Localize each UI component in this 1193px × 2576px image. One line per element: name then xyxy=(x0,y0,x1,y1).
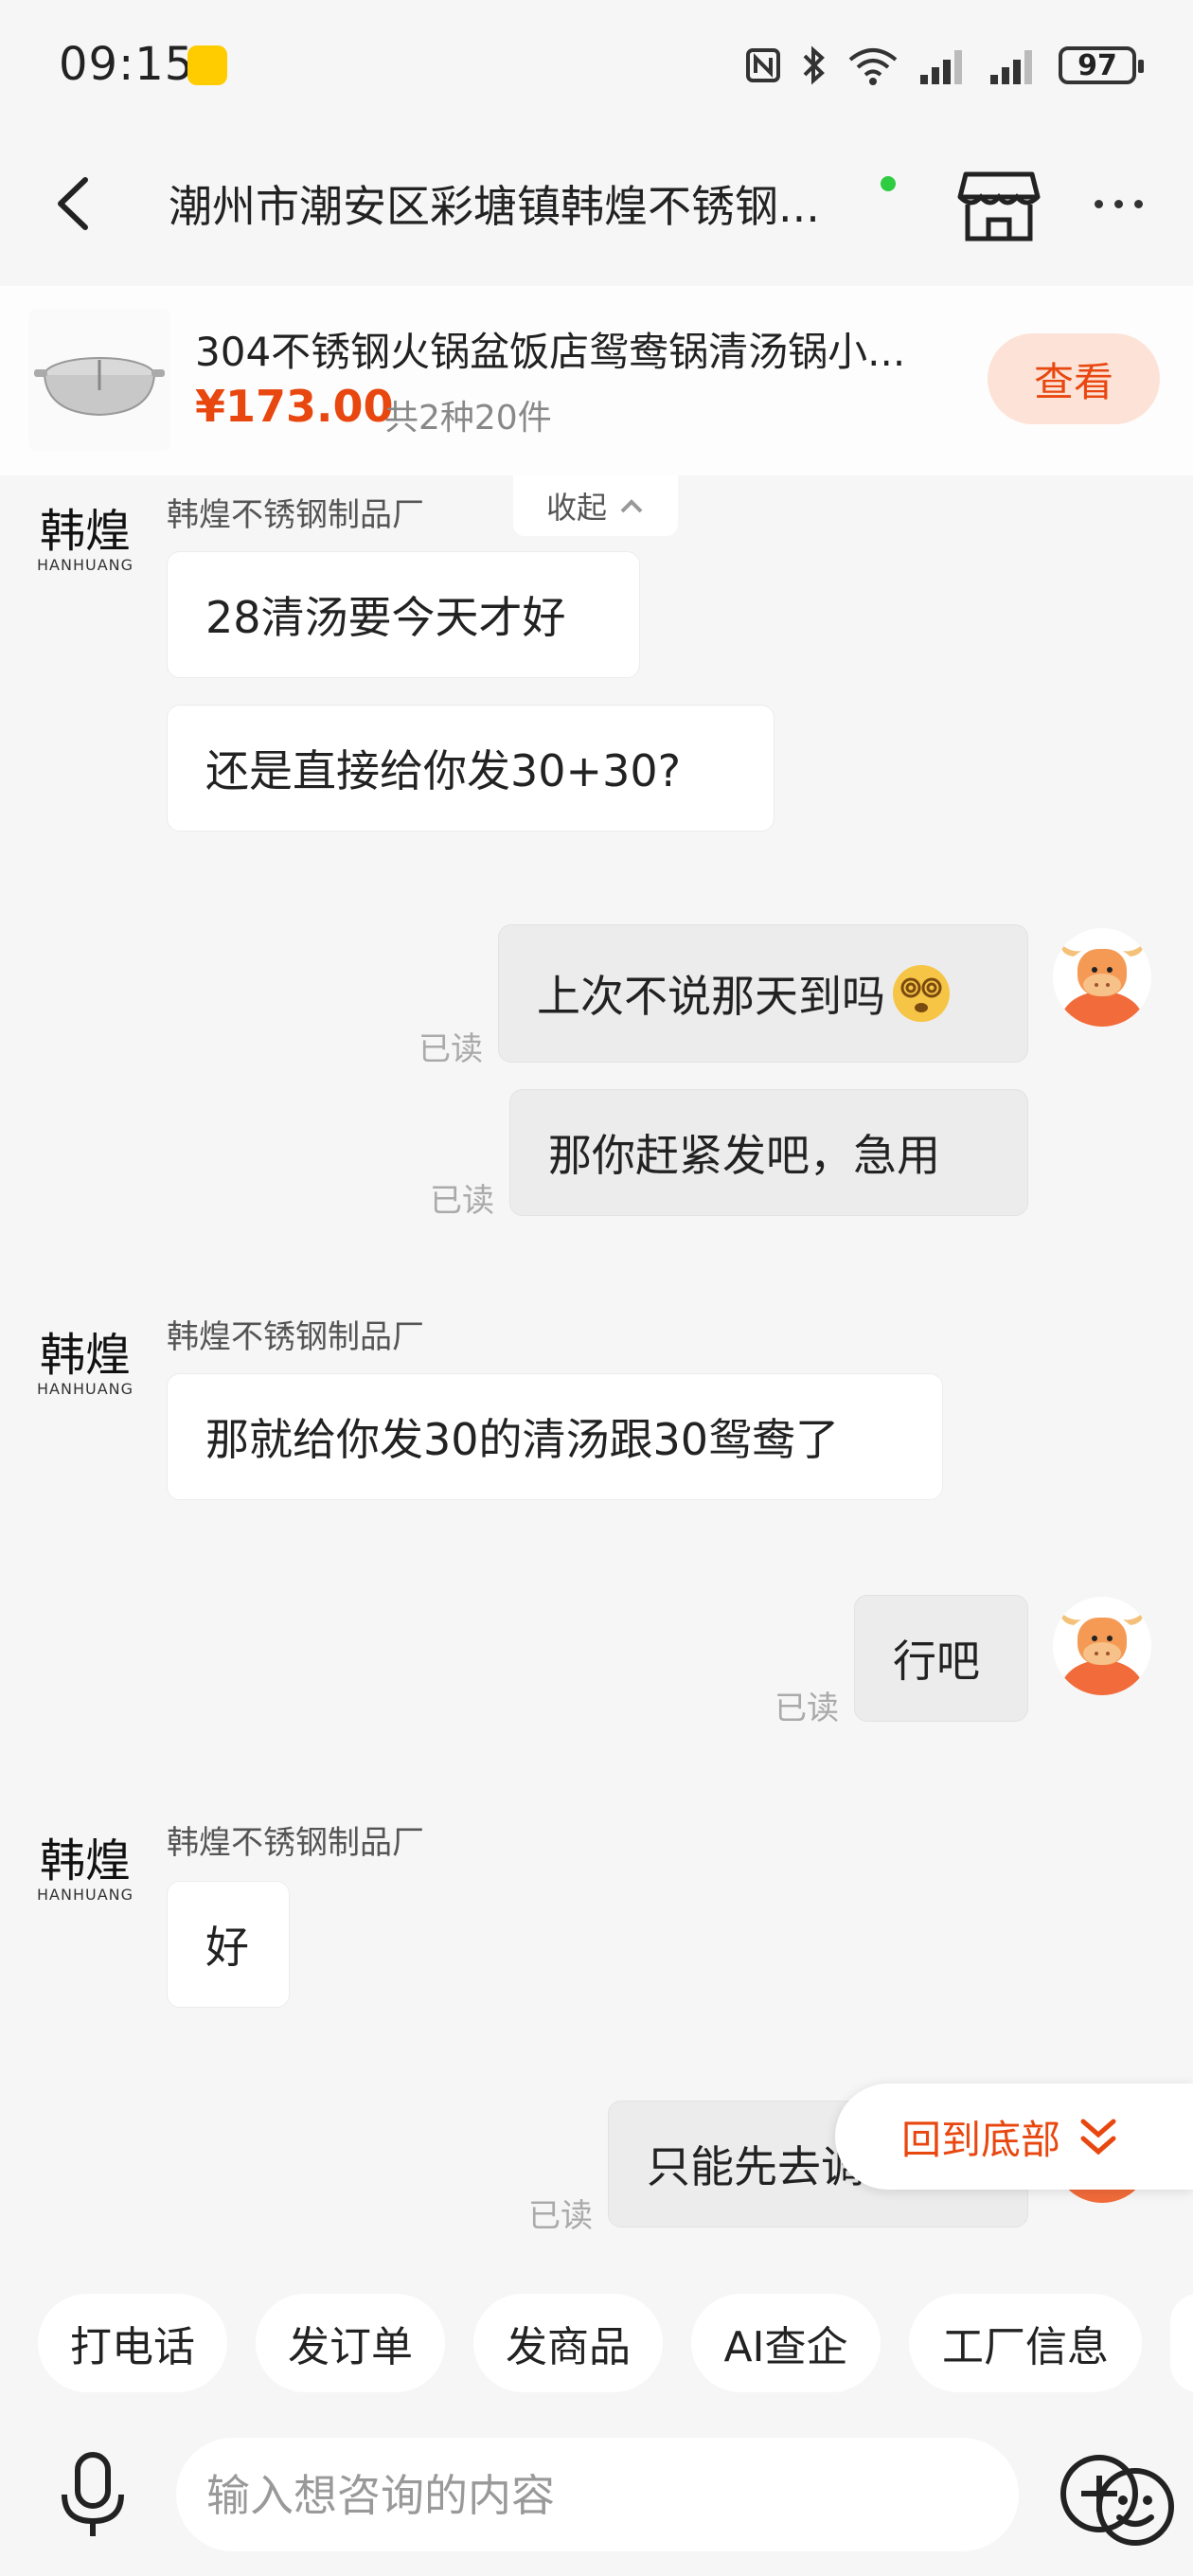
seller-avatar[interactable]: 韩煌 HANHUANG xyxy=(37,492,134,587)
user-avatar[interactable] xyxy=(1053,928,1151,1027)
more-icon[interactable] xyxy=(1095,180,1161,227)
message-bubble[interactable]: 上次不说那天到吗 xyxy=(498,924,1028,1063)
back-to-bottom-label: 回到底部 xyxy=(901,2116,1061,2163)
message-bubble[interactable]: 还是直接给你发30+30? xyxy=(167,705,775,832)
message-bubble[interactable]: 行吧 xyxy=(854,1595,1028,1722)
seller-avatar-subtext: HANHUANG xyxy=(37,555,134,574)
cow-avatar-icon xyxy=(1059,1612,1146,1695)
status-bar: 09:15 97 xyxy=(0,0,1193,133)
quick-actions-bar: 打电话 发订单 发商品 AI查企 工厂信息 xyxy=(0,2273,1193,2415)
dizzy-face-emoji-icon xyxy=(893,965,950,1022)
seller-avatar-subtext: HANHUANG xyxy=(37,1379,134,1398)
collapse-button[interactable]: 收起 xyxy=(513,475,678,536)
read-receipt: 已读 xyxy=(430,1182,494,1220)
back-arrow-icon[interactable] xyxy=(47,170,104,237)
send-order-chip[interactable]: 发订单 xyxy=(256,2294,445,2392)
message-bubble[interactable]: 那你赶紧发吧，急用 xyxy=(509,1089,1028,1216)
nfc-icon xyxy=(746,48,780,82)
call-chip[interactable]: 打电话 xyxy=(38,2294,227,2392)
seller-avatar[interactable]: 韩煌 HANHUANG xyxy=(37,1822,134,1917)
online-status-dot xyxy=(881,176,896,191)
seller-avatar-text: 韩煌 xyxy=(39,1328,131,1382)
plus-icon[interactable] xyxy=(1059,2453,1140,2534)
chat-header: 潮州市潮安区彩塘镇韩煌不锈钢... xyxy=(0,133,1193,275)
read-receipt: 已读 xyxy=(418,1030,483,1068)
product-card[interactable]: 304不锈钢火锅盆饭店鸳鸯锅清汤锅小... ¥173.00 共2种20件 查看 xyxy=(0,286,1193,475)
sender-name: 韩煌不锈钢制品厂 xyxy=(167,1824,424,1862)
product-image xyxy=(28,309,170,451)
wifi-icon xyxy=(848,48,898,85)
seller-avatar-text: 韩煌 xyxy=(39,504,131,558)
factory-info-chip[interactable]: 工厂信息 xyxy=(909,2294,1142,2392)
back-to-bottom-button[interactable]: 回到底部 xyxy=(835,2084,1193,2190)
ai-company-check-chip[interactable]: AI查企 xyxy=(691,2294,881,2392)
view-product-button[interactable]: 查看 xyxy=(988,333,1160,424)
bluetooth-icon xyxy=(803,45,825,85)
chevron-up-icon xyxy=(620,499,643,513)
seller-avatar[interactable]: 韩煌 HANHUANG xyxy=(37,1316,134,1411)
product-count: 共2种20件 xyxy=(384,399,552,438)
sender-name: 韩煌不锈钢制品厂 xyxy=(167,1318,424,1356)
message-bubble[interactable]: 那就给你发30的清汤跟30鸳鸯了 xyxy=(167,1373,943,1500)
read-receipt: 已读 xyxy=(528,2197,593,2235)
seller-avatar-subtext: HANHUANG xyxy=(37,1885,134,1904)
chat-title: 潮州市潮安区彩塘镇韩煌不锈钢... xyxy=(169,181,820,232)
message-bubble[interactable]: 好 xyxy=(167,1881,290,2008)
user-avatar[interactable] xyxy=(1053,1597,1151,1695)
message-input-container[interactable] xyxy=(176,2438,1174,2553)
shop-icon[interactable] xyxy=(956,165,1042,244)
double-chevron-down-icon xyxy=(1080,2119,1116,2156)
seller-avatar-text: 韩煌 xyxy=(39,1834,131,1887)
battery-indicator: 97 xyxy=(1059,46,1144,84)
status-icons: 97 xyxy=(744,42,1144,89)
read-receipt: 已读 xyxy=(775,1690,839,1727)
signal-icon xyxy=(920,50,962,84)
product-price: ¥173.00 xyxy=(195,381,394,432)
signal-icon-2 xyxy=(990,50,1032,84)
status-time: 09:15 xyxy=(59,38,195,91)
more-chip[interactable] xyxy=(1170,2294,1193,2392)
product-title: 304不锈钢火锅盆饭店鸳鸯锅清汤锅小... xyxy=(195,329,906,375)
input-bar xyxy=(0,2415,1193,2576)
cow-avatar-icon xyxy=(1059,943,1146,1027)
send-product-chip[interactable]: 发商品 xyxy=(473,2294,663,2392)
sender-name: 韩煌不锈钢制品厂 xyxy=(167,496,424,534)
message-input[interactable] xyxy=(205,2438,871,2553)
microphone-icon[interactable] xyxy=(55,2449,131,2540)
message-bubble[interactable]: 28清汤要今天才好 xyxy=(167,551,640,678)
message-text: 上次不说那天到吗 xyxy=(537,971,885,1022)
app-notification-icon xyxy=(187,45,227,85)
collapse-label: 收起 xyxy=(545,490,607,526)
